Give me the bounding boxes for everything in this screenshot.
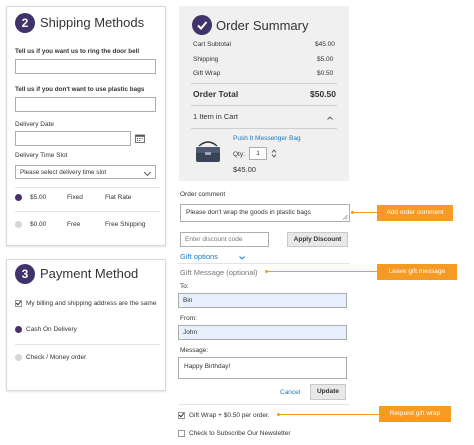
gift-to-value: Bin (183, 297, 193, 304)
resize-handle-icon[interactable] (342, 214, 348, 220)
step-number-badge: 3 (15, 264, 35, 284)
divider (15, 344, 160, 345)
newsletter-checkbox[interactable] (178, 430, 185, 437)
callout-connector (279, 414, 379, 415)
billing-same-checkbox[interactable] (15, 300, 22, 307)
free-shipping-radio[interactable] (15, 221, 22, 228)
product-name-link[interactable]: Push It Messenger Bag (233, 135, 301, 142)
shipping-value: $5.00 (317, 56, 334, 63)
time-slot-select[interactable]: Please select delivery time slot (15, 165, 156, 179)
divider (178, 263, 350, 264)
chevron-up-icon[interactable] (327, 115, 333, 120)
gift-wrap-label: Gift Wrap + $0.50 per order. (189, 412, 270, 419)
gift-message-textarea[interactable]: Happy Birthday! (178, 357, 347, 379)
gift-wrap-value: $0.50 (317, 70, 334, 77)
gift-update-button[interactable]: Update (310, 384, 346, 400)
gift-wrap-checkbox[interactable] (178, 412, 185, 419)
delivery-date-input[interactable] (15, 131, 131, 146)
time-slot-select-value: Please select delivery time slot (20, 169, 107, 176)
checkmark-icon (192, 15, 212, 35)
leave-gift-message-callout: Leave gift message (377, 264, 457, 280)
order-summary-panel: Order Summary Cart Subtotal $45.00 Shipp… (179, 6, 349, 181)
discount-code-placeholder: Enter discount code (185, 236, 243, 243)
shipping-label: Shipping (193, 56, 219, 63)
cash-on-delivery-label: Cash On Delivery (26, 326, 77, 333)
apply-discount-button[interactable]: Apply Discount (287, 232, 348, 247)
plastic-bags-label: Tell us if you don't want to use plastic… (15, 86, 145, 93)
flat-rate-price: $5.00 (30, 194, 47, 201)
cash-on-delivery-radio[interactable] (15, 326, 22, 333)
gift-to-input[interactable]: Bin (178, 293, 347, 308)
order-comment-value: Please don't wrap the goods in plastic b… (186, 209, 311, 216)
divider (191, 128, 337, 129)
gift-from-input[interactable]: John (178, 325, 347, 340)
gift-from-value: John (183, 329, 198, 336)
callout-connector (353, 212, 377, 213)
payment-method-panel: 3 Payment Method My billing and shipping… (6, 259, 166, 391)
check-money-order-radio[interactable] (15, 354, 22, 361)
product-thumbnail-image (193, 140, 223, 164)
qty-label: Qty: (233, 151, 245, 158)
divider (15, 211, 160, 212)
gift-to-label: To: (180, 283, 189, 290)
divider (15, 187, 160, 188)
order-total-value: $50.50 (310, 89, 336, 99)
product-price: $45.00 (233, 165, 256, 174)
gift-from-label: From: (180, 315, 197, 322)
chevron-down-icon[interactable] (239, 255, 245, 260)
items-in-cart-toggle[interactable]: 1 Item in Cart (193, 112, 238, 121)
order-total-label: Order Total (193, 89, 239, 99)
newsletter-label: Check to Subscribe Our Newsletter (189, 430, 291, 437)
gift-wrap-label: Gift Wrap (193, 70, 221, 77)
subtotal-value: $45.00 (315, 41, 335, 48)
delivery-date-label: Delivery Date (15, 121, 55, 128)
check-money-order-label: Check / Money order (26, 354, 87, 361)
doorbell-label: Tell us if you want us to ring the door … (15, 48, 140, 55)
shipping-methods-panel: 2 Shipping Methods Tell us if you want u… (6, 6, 166, 246)
free-shipping-carrier: Free (67, 221, 81, 228)
flat-rate-name: Flat Rate (105, 194, 132, 201)
qty-stepper-icon[interactable] (271, 149, 277, 158)
qty-value: 1 (256, 150, 260, 157)
gift-cancel-link[interactable]: Cancel (280, 389, 300, 396)
free-shipping-price: $0.00 (30, 221, 47, 228)
payment-method-title: Payment Method (40, 266, 139, 281)
step-number-badge: 2 (15, 13, 35, 33)
qty-input[interactable]: 1 (249, 147, 267, 160)
doorbell-input[interactable] (15, 59, 156, 74)
plastic-bags-input[interactable] (15, 97, 156, 112)
flat-rate-carrier: Fixed (67, 194, 83, 201)
free-shipping-name: Free Shipping (105, 221, 146, 228)
gift-message-field-label: Message: (180, 347, 209, 354)
order-comment-label: Order comment (180, 191, 226, 198)
billing-same-label: My billing and shipping address are the … (26, 300, 157, 307)
subtotal-label: Cart Subtotal (193, 41, 231, 48)
calendar-icon[interactable] (135, 134, 145, 143)
order-comment-textarea[interactable]: Please don't wrap the goods in plastic b… (180, 204, 350, 222)
callout-connector (267, 271, 377, 272)
discount-code-input[interactable]: Enter discount code (180, 232, 269, 247)
gift-options-toggle[interactable]: Gift options (180, 252, 218, 261)
order-summary-title: Order Summary (216, 18, 309, 33)
gift-message-heading: Gift Message (optional) (180, 268, 258, 277)
gift-message-value: Happy Birthday! (184, 363, 231, 370)
flat-rate-radio[interactable] (15, 194, 22, 201)
divider (191, 83, 337, 84)
divider (191, 105, 337, 106)
request-gift-wrap-callout: Request gift wrap (379, 406, 451, 422)
shipping-methods-title: Shipping Methods (40, 15, 145, 30)
divider (178, 404, 350, 405)
time-slot-label: Delivery Time Slot (15, 152, 68, 159)
add-order-comment-callout: Add order comment (377, 205, 453, 221)
